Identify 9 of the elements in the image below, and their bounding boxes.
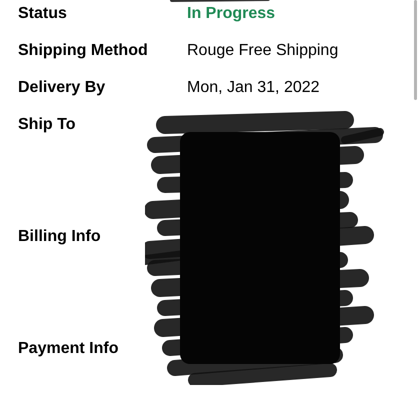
field-label: Status <box>18 4 68 24</box>
field-label: Delivery By <box>18 78 106 98</box>
field-value: Rouge Free Shipping <box>187 41 338 61</box>
field-label: Payment Info <box>18 339 120 359</box>
field-value: Mon, Jan 31, 2022 <box>187 78 320 98</box>
field-label: Billing Info <box>18 227 102 247</box>
field-label: Ship To <box>18 115 76 135</box>
field-label: Shipping Method <box>18 41 149 61</box>
status-value: In Progress <box>187 4 276 24</box>
